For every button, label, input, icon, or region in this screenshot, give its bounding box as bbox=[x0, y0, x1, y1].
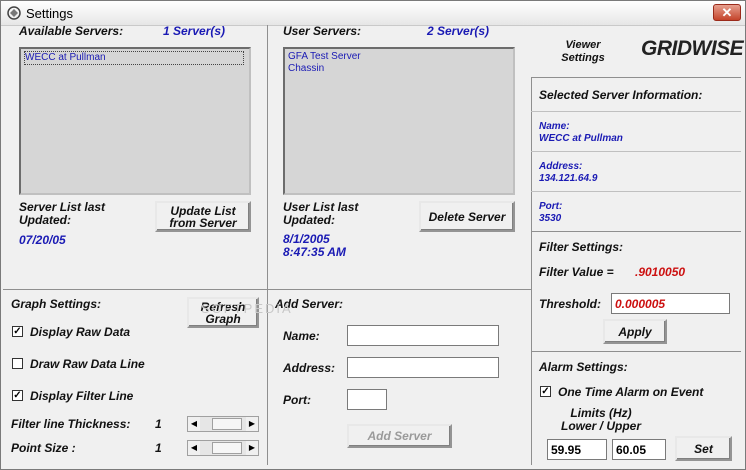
server-address-value: 134.121.64.9 bbox=[539, 173, 598, 184]
available-servers-label: Available Servers: bbox=[19, 24, 124, 38]
threshold-input[interactable] bbox=[611, 293, 730, 314]
thickness-value: 1 bbox=[155, 417, 162, 431]
server-list-updated-value: 07/20/05 bbox=[19, 233, 66, 247]
available-servers-list[interactable]: WECC at Pullman bbox=[19, 47, 251, 195]
lower-limit-input[interactable] bbox=[547, 439, 607, 460]
add-address-input[interactable] bbox=[347, 357, 499, 378]
divider bbox=[531, 191, 741, 192]
divider bbox=[531, 231, 741, 232]
server-name-value: WECC at Pullman bbox=[539, 133, 623, 144]
server-port-label: Port: bbox=[539, 201, 563, 212]
divider bbox=[531, 77, 532, 465]
settings-window: Settings ✕ Available Servers: 1 Server(s… bbox=[0, 0, 746, 470]
upper-limit-input[interactable] bbox=[612, 439, 666, 460]
set-button[interactable]: Set bbox=[675, 436, 732, 461]
point-size-scrollbar[interactable]: ◀ ▶ bbox=[187, 440, 259, 456]
app-icon bbox=[7, 6, 21, 20]
add-name-input[interactable] bbox=[347, 325, 499, 346]
window-title: Settings bbox=[26, 6, 73, 21]
display-filter-label: Display Filter Line bbox=[30, 389, 134, 403]
scroll-thumb[interactable] bbox=[212, 418, 242, 430]
display-filter-checkbox[interactable]: ✓ bbox=[12, 390, 23, 401]
server-address-label: Address: bbox=[539, 161, 583, 172]
add-port-input[interactable] bbox=[347, 389, 387, 410]
available-servers-count: 1 Server(s) bbox=[163, 24, 226, 38]
threshold-label: Threshold: bbox=[539, 297, 601, 311]
server-port-value: 3530 bbox=[539, 213, 562, 224]
filter-value: .9010050 bbox=[635, 265, 686, 279]
add-server-button[interactable]: Add Server bbox=[347, 424, 452, 448]
add-name-label: Name: bbox=[283, 329, 320, 343]
watermark: SOFTPEDIA bbox=[201, 301, 293, 316]
user-list-updated-label: User List last Updated: bbox=[283, 200, 359, 227]
update-list-button[interactable]: Update List from Server bbox=[155, 201, 251, 232]
user-servers-count: 2 Server(s) bbox=[427, 24, 490, 38]
user-servers-label: User Servers: bbox=[283, 24, 362, 38]
divider bbox=[531, 151, 741, 152]
user-list-updated-value: 8/1/2005 8:47:35 AM bbox=[283, 232, 346, 259]
one-time-alarm-label: One Time Alarm on Event bbox=[558, 385, 704, 399]
add-port-label: Port: bbox=[283, 393, 311, 407]
point-size-label: Point Size : bbox=[11, 441, 76, 455]
right-arrow-icon[interactable]: ▶ bbox=[246, 441, 258, 455]
apply-button[interactable]: Apply bbox=[603, 319, 667, 344]
selected-server-title: Selected Server Information: bbox=[539, 88, 703, 102]
draw-raw-line-checkbox[interactable] bbox=[12, 358, 23, 369]
list-item[interactable]: GFA Test Server bbox=[288, 51, 510, 63]
one-time-alarm-checkbox[interactable]: ✓ bbox=[540, 386, 551, 397]
server-name-label: Name: bbox=[539, 121, 570, 132]
display-raw-label: Display Raw Data bbox=[30, 325, 131, 339]
close-button[interactable]: ✕ bbox=[713, 4, 741, 21]
thickness-scrollbar[interactable]: ◀ ▶ bbox=[187, 416, 259, 432]
divider bbox=[267, 25, 268, 465]
left-arrow-icon[interactable]: ◀ bbox=[188, 441, 200, 455]
title-bar: Settings ✕ bbox=[1, 1, 745, 26]
draw-raw-line-label: Draw Raw Data Line bbox=[30, 357, 145, 371]
list-item[interactable]: WECC at Pullman bbox=[24, 51, 244, 65]
scroll-thumb[interactable] bbox=[212, 442, 242, 454]
add-address-label: Address: bbox=[283, 361, 336, 375]
server-list-updated-label: Server List last Updated: bbox=[19, 200, 106, 227]
filter-settings-title: Filter Settings: bbox=[539, 240, 624, 254]
thickness-label: Filter line Thickness: bbox=[11, 417, 131, 431]
limits-label: Limits (Hz) Lower / Upper bbox=[561, 406, 642, 433]
delete-server-button[interactable]: Delete Server bbox=[419, 201, 515, 232]
display-raw-checkbox[interactable]: ✓ bbox=[12, 326, 23, 337]
divider bbox=[3, 289, 531, 290]
divider bbox=[531, 111, 741, 112]
divider bbox=[531, 351, 741, 352]
right-arrow-icon[interactable]: ▶ bbox=[246, 417, 258, 431]
viewer-settings-label: Viewer Settings bbox=[561, 39, 605, 64]
list-item[interactable]: Chassin bbox=[288, 63, 510, 75]
left-arrow-icon[interactable]: ◀ bbox=[188, 417, 200, 431]
user-servers-list[interactable]: GFA Test Server Chassin bbox=[283, 47, 515, 195]
graph-settings-title: Graph Settings: bbox=[11, 297, 102, 311]
gridwise-logo: GRIDWISE bbox=[641, 37, 744, 60]
divider bbox=[531, 77, 741, 78]
alarm-settings-title: Alarm Settings: bbox=[539, 360, 628, 374]
filter-value-label: Filter Value = bbox=[539, 265, 614, 279]
point-size-value: 1 bbox=[155, 441, 162, 455]
